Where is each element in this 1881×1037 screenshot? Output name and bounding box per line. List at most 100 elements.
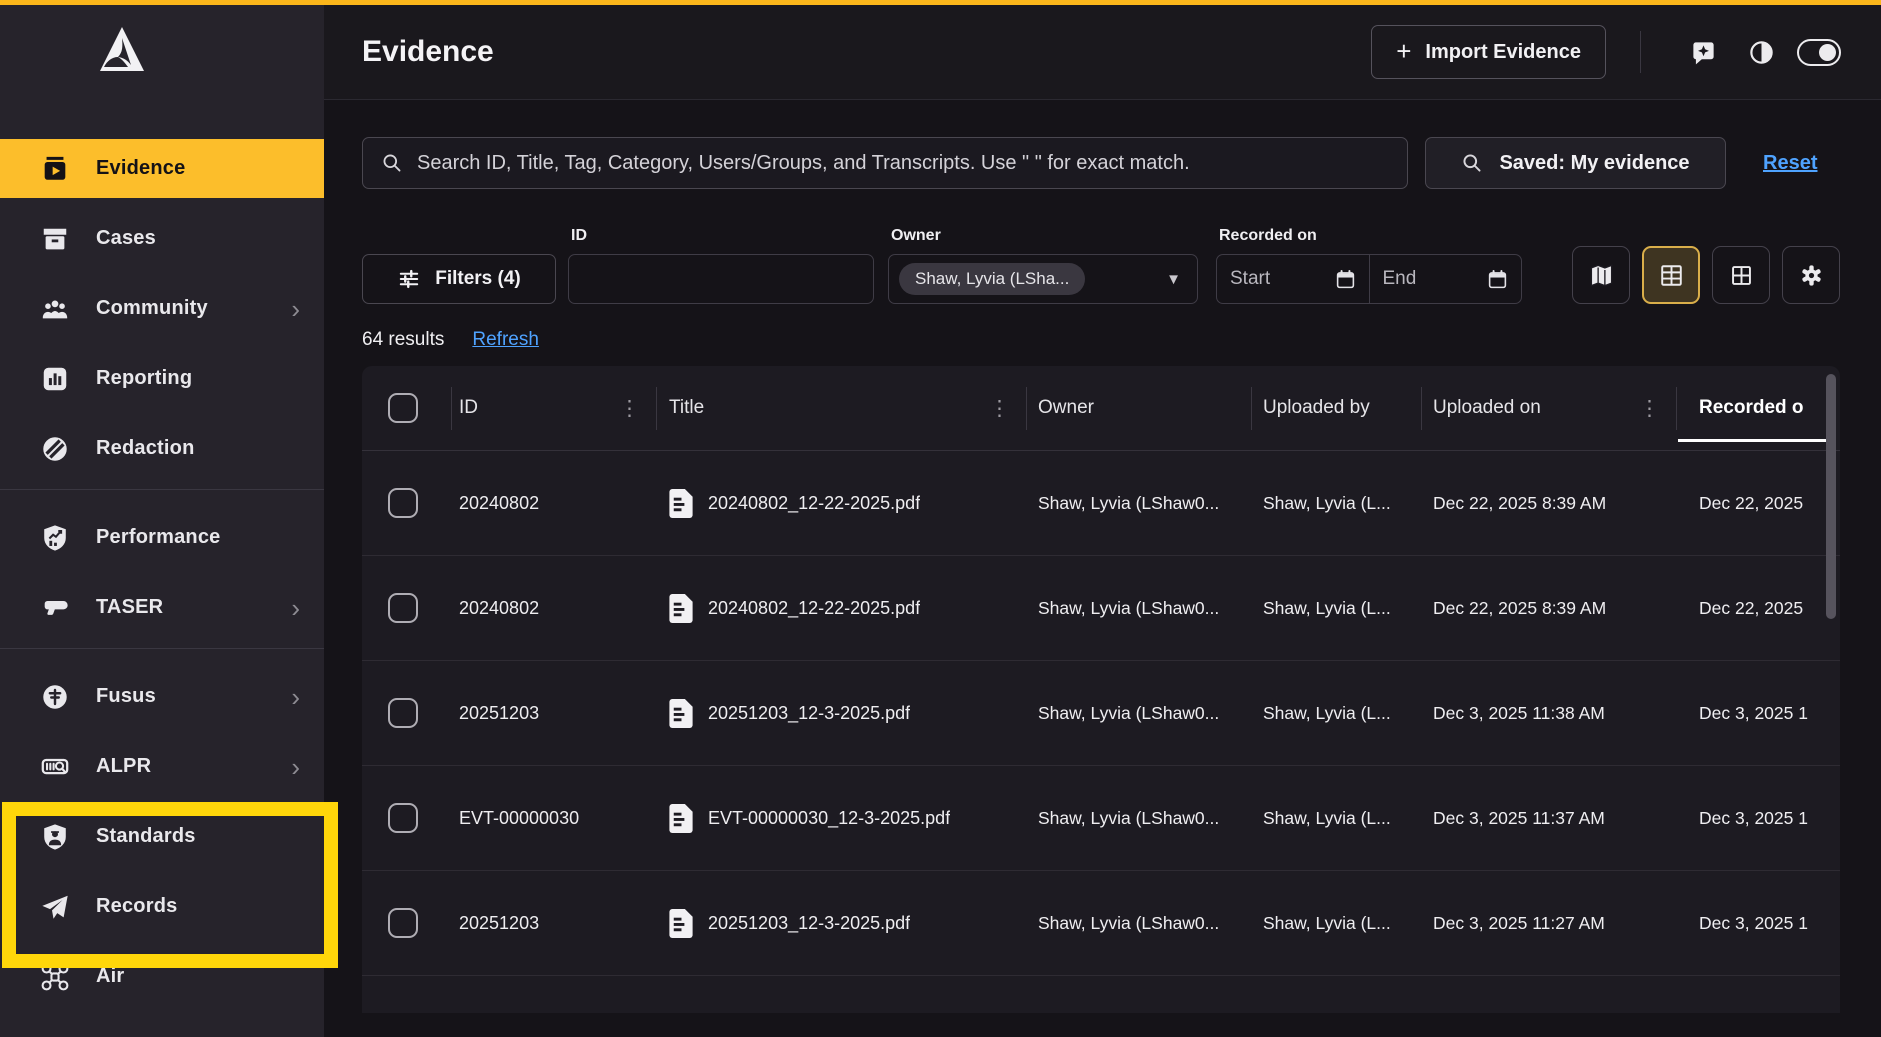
map-view-button[interactable] xyxy=(1572,246,1630,304)
column-header-label: Uploaded by xyxy=(1263,397,1370,419)
cell-title: 20240802_12-22-2025.pdf xyxy=(656,594,1026,623)
filters-button[interactable]: Filters (4) xyxy=(362,254,556,304)
column-menu-icon[interactable]: ⋮ xyxy=(1639,396,1660,421)
app-window: Evidence Cases Community› Reporting Redactio… xyxy=(0,0,1881,1037)
table-row[interactable]: EVT-00000030EVT-00000030_12-3-2025.pdfSh… xyxy=(362,766,1840,871)
row-checkbox[interactable] xyxy=(388,698,418,728)
table-scrollbar[interactable] xyxy=(1826,374,1836,619)
cell-value: Dec 3, 2025 1 xyxy=(1699,913,1808,933)
sidebar-item-label: Fusus xyxy=(96,685,156,708)
chevron-right-icon: › xyxy=(291,684,300,710)
import-evidence-button[interactable]: + Import Evidence xyxy=(1371,25,1606,79)
start-date-input[interactable]: Start xyxy=(1217,255,1369,303)
row-checkbox[interactable] xyxy=(388,593,418,623)
axon-logo-icon[interactable] xyxy=(94,23,150,79)
sidebar-item-air[interactable]: Air xyxy=(0,947,324,1006)
cell-value: 20251203 xyxy=(459,913,539,934)
header-checkbox-cell xyxy=(362,366,451,450)
contrast-icon[interactable] xyxy=(1739,30,1783,74)
cell-value: Dec 22, 2025 8:39 AM xyxy=(1433,493,1606,514)
settings-button[interactable] xyxy=(1782,246,1840,304)
document-icon xyxy=(669,804,693,833)
id-filter-input[interactable] xyxy=(568,254,874,304)
column-menu-icon[interactable]: ⋮ xyxy=(619,396,640,421)
performance-icon xyxy=(40,523,70,553)
records-icon xyxy=(40,892,70,922)
table-row[interactable]: 2024080220240802_12-22-2025.pdfShaw, Lyv… xyxy=(362,451,1840,556)
sidebar-item-community[interactable]: Community› xyxy=(0,279,324,338)
cell-value: Dec 3, 2025 11:27 AM xyxy=(1433,913,1605,934)
sidebar-divider xyxy=(0,489,324,490)
row-checkbox[interactable] xyxy=(388,488,418,518)
fusus-icon xyxy=(40,682,70,712)
sidebar-item-cases[interactable]: Cases xyxy=(0,209,324,268)
id-filter-label: ID xyxy=(571,227,874,246)
owner-filter-select[interactable]: Shaw, Lyvia (LSha... ▼ xyxy=(888,254,1198,304)
cell-uploaded-by: Shaw, Lyvia (L... xyxy=(1251,808,1421,829)
cell-owner: Shaw, Lyvia (LShaw0... xyxy=(1026,913,1251,934)
sidebar-item-alpr[interactable]: ALPR› xyxy=(0,737,324,796)
table-row[interactable]: 2025120320251203_12-3-2025.pdfShaw, Lyvi… xyxy=(362,661,1840,766)
sidebar-item-label: TASER xyxy=(96,596,163,619)
column-header-recorded-on[interactable]: Recorded o xyxy=(1676,366,1840,450)
column-header-title[interactable]: Title ⋮ xyxy=(656,366,1026,450)
document-icon xyxy=(669,489,693,518)
saved-filter-button[interactable]: Saved: My evidence xyxy=(1425,137,1726,189)
cell-uploaded-on: Dec 3, 2025 11:27 AM xyxy=(1421,913,1676,934)
id-filter-field: ID xyxy=(568,227,874,304)
feedback-icon[interactable] xyxy=(1681,30,1725,74)
sidebar-item-label: Reporting xyxy=(96,367,192,390)
sidebar-item-evidence[interactable]: Evidence xyxy=(0,139,324,198)
chevron-right-icon: › xyxy=(291,595,300,621)
chevron-right-icon: › xyxy=(291,296,300,322)
reset-link[interactable]: Reset xyxy=(1763,152,1817,175)
row-checkbox-cell xyxy=(362,698,451,728)
row-checkbox[interactable] xyxy=(388,803,418,833)
row-checkbox[interactable] xyxy=(388,908,418,938)
cell-uploaded-by: Shaw, Lyvia (L... xyxy=(1251,913,1421,934)
plus-icon: + xyxy=(1396,38,1411,64)
sidebar-item-redaction[interactable]: Redaction xyxy=(0,419,324,478)
sidebar-item-fusus[interactable]: Fusus › xyxy=(0,667,324,726)
column-header-uploaded-by[interactable]: Uploaded by xyxy=(1251,366,1421,450)
owner-filter-field: Owner Shaw, Lyvia (LSha... ▼ xyxy=(888,227,1198,304)
results-row: 64 results Refresh xyxy=(362,328,1840,352)
document-icon xyxy=(669,909,693,938)
table-row[interactable]: 2025120320251203_12-3-2025.pdfShaw, Lyvi… xyxy=(362,871,1840,976)
column-header-owner[interactable]: Owner xyxy=(1026,366,1251,450)
cell-value: 20240802_12-22-2025.pdf xyxy=(708,598,920,619)
select-all-checkbox[interactable] xyxy=(388,393,418,423)
column-header-uploaded-on[interactable]: Uploaded on ⋮ xyxy=(1421,366,1676,450)
sidebar-item-taser[interactable]: TASER › xyxy=(0,578,324,637)
theme-toggle[interactable] xyxy=(1797,30,1841,74)
sort-indicator xyxy=(1678,439,1826,442)
end-date-placeholder: End xyxy=(1383,268,1417,290)
reporting-icon xyxy=(40,364,70,394)
page-header: Evidence + Import Evidence xyxy=(324,5,1881,100)
sidebar-item-standards[interactable]: Standards xyxy=(0,807,324,866)
cell-value: Dec 22, 2025 8:39 AM xyxy=(1433,598,1606,619)
column-menu-icon[interactable]: ⋮ xyxy=(989,396,1010,421)
table-view-button[interactable] xyxy=(1642,246,1700,304)
sidebar-item-performance[interactable]: Performance xyxy=(0,508,324,567)
table-row-partial[interactable] xyxy=(362,976,1840,1013)
cell-value: Shaw, Lyvia (LShaw0... xyxy=(1038,493,1219,513)
cell-owner: Shaw, Lyvia (LShaw0... xyxy=(1026,493,1251,514)
sidebar-item-reporting[interactable]: Reporting xyxy=(0,349,324,408)
row-checkbox-cell xyxy=(362,593,451,623)
content-area: Saved: My evidence Reset Filters (4) ID … xyxy=(324,137,1881,1013)
cell-owner: Shaw, Lyvia (LShaw0... xyxy=(1026,808,1251,829)
end-date-input[interactable]: End xyxy=(1369,255,1522,303)
table-row[interactable]: 20240802 20240802_12-22-2025.pdf Shaw, Lyv… xyxy=(362,556,1840,661)
cell-value: 20240802 xyxy=(459,598,539,619)
import-evidence-label: Import Evidence xyxy=(1425,41,1581,64)
cell-recorded-on: Dec 22, 2025 xyxy=(1676,598,1840,619)
header-divider xyxy=(1640,31,1641,73)
sidebar-item-records[interactable]: Records xyxy=(0,877,324,936)
cell-value: Shaw, Lyvia (L... xyxy=(1263,598,1391,618)
column-header-id[interactable]: ID ⋮ xyxy=(451,366,656,450)
gallery-view-button[interactable] xyxy=(1712,246,1770,304)
search-input[interactable] xyxy=(417,152,1389,175)
cell-title: 20251203_12-3-2025.pdf xyxy=(656,909,1026,938)
refresh-link[interactable]: Refresh xyxy=(472,329,539,351)
